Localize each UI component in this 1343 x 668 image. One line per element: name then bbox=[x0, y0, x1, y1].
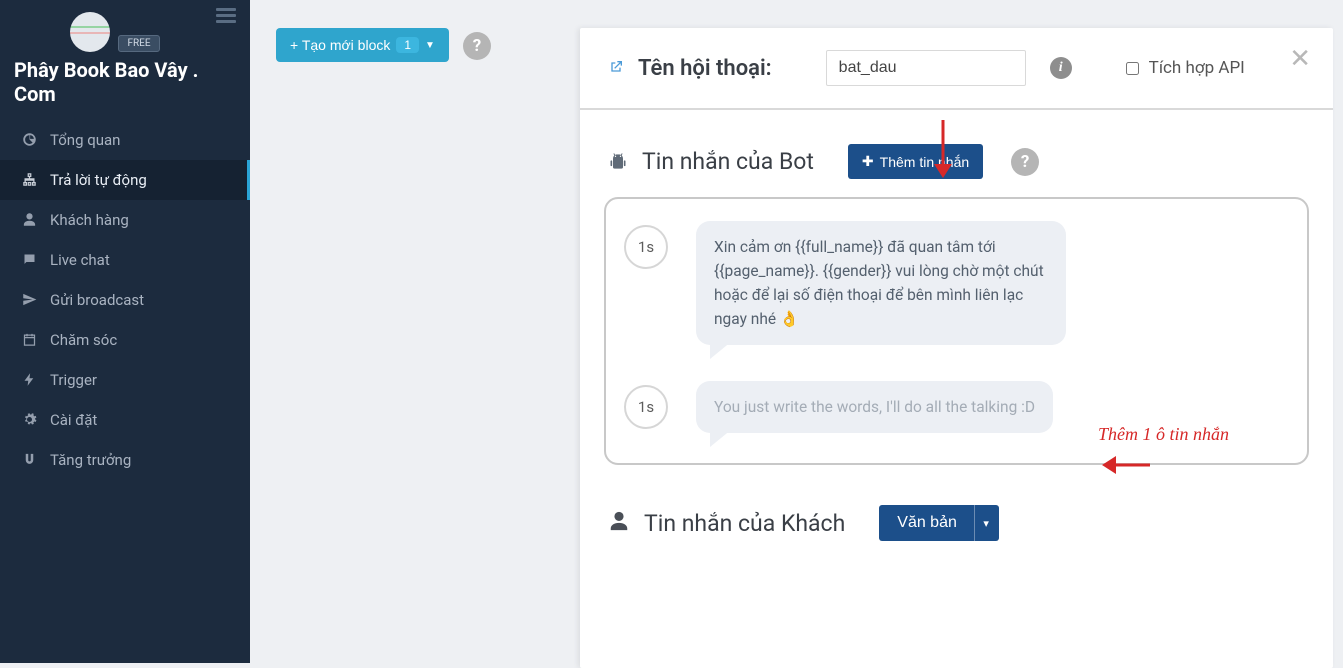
hamburger-icon bbox=[216, 8, 236, 24]
conversation-title-label: Tên hội thoại: bbox=[638, 56, 772, 81]
sidebar-item-growth[interactable]: Tăng trưởng bbox=[0, 440, 250, 480]
external-link-icon[interactable] bbox=[608, 59, 624, 78]
android-icon bbox=[608, 152, 628, 172]
add-message-button[interactable]: ✚ Thêm tin nhắn bbox=[848, 144, 983, 179]
sidebar-item-overview[interactable]: Tổng quan bbox=[0, 120, 250, 160]
gear-icon bbox=[20, 411, 38, 429]
sidebar-nav: Tổng quan Trả lời tự động Khách hàng Liv… bbox=[0, 120, 250, 480]
message-row: 1s You just write the words, I'll do all… bbox=[624, 381, 1289, 433]
info-icon[interactable]: i bbox=[1050, 57, 1072, 79]
messages-container: 1s Xin cảm ơn {{full_name}} đã quan tâm … bbox=[604, 197, 1309, 465]
bolt-icon bbox=[20, 371, 38, 389]
sidebar-item-broadcast[interactable]: Gửi broadcast bbox=[0, 280, 250, 320]
user-icon bbox=[20, 211, 38, 229]
message-row: 1s Xin cảm ơn {{full_name}} đã quan tâm … bbox=[624, 221, 1289, 345]
message-bubble-placeholder[interactable]: You just write the words, I'll do all th… bbox=[696, 381, 1053, 433]
sidebar-item-autoreply[interactable]: Trả lời tự động bbox=[0, 160, 250, 200]
message-type-select[interactable]: Văn bản bbox=[879, 505, 999, 541]
sidebar-label: Tổng quan bbox=[50, 131, 120, 149]
new-block-button[interactable]: + Tạo mới block 1 ▼ bbox=[276, 28, 449, 62]
chevron-down-icon: ▼ bbox=[425, 40, 435, 51]
plus-icon: ✚ bbox=[862, 153, 874, 170]
api-checkbox[interactable] bbox=[1126, 62, 1139, 75]
new-block-label: + Tạo mới block bbox=[290, 37, 390, 53]
sidebar-item-trigger[interactable]: Trigger bbox=[0, 360, 250, 400]
sidebar-label: Cài đặt bbox=[50, 411, 97, 429]
magnet-icon bbox=[20, 451, 38, 469]
api-label: Tích hợp API bbox=[1149, 58, 1245, 78]
sidebar: FREE Phây Book Bao Vây . Com Tổng quan T… bbox=[0, 0, 250, 663]
conversation-name-input[interactable] bbox=[826, 50, 1026, 86]
calendar-icon bbox=[20, 331, 38, 349]
sidebar-item-customers[interactable]: Khách hàng bbox=[0, 200, 250, 240]
brand-title: Phây Book Bao Vây . Com bbox=[14, 52, 236, 116]
message-bubble[interactable]: Xin cảm ơn {{full_name}} đã quan tâm tới… bbox=[696, 221, 1066, 345]
bot-messages-title: Tin nhắn của Bot bbox=[642, 148, 814, 175]
customer-messages-title: Tin nhắn của Khách bbox=[644, 510, 845, 537]
sidebar-item-settings[interactable]: Cài đặt bbox=[0, 400, 250, 440]
sidebar-item-care[interactable]: Chăm sóc bbox=[0, 320, 250, 360]
sidebar-label: Khách hàng bbox=[50, 211, 129, 229]
delay-badge[interactable]: 1s bbox=[624, 385, 668, 429]
sidebar-label: Tăng trưởng bbox=[50, 451, 131, 469]
conversation-panel: ✕ Tên hội thoại: i Tích hợp API Tin nhắn… bbox=[580, 28, 1333, 668]
new-block-count: 1 bbox=[396, 37, 419, 53]
send-icon bbox=[20, 291, 38, 309]
user-icon bbox=[608, 510, 630, 535]
help-button[interactable]: ? bbox=[463, 32, 491, 60]
add-message-label: Thêm tin nhắn bbox=[880, 154, 970, 170]
sidebar-label: Trả lời tự động bbox=[50, 171, 147, 189]
sidebar-item-livechat[interactable]: Live chat bbox=[0, 240, 250, 280]
delay-badge[interactable]: 1s bbox=[624, 225, 668, 269]
help-bot-messages[interactable]: ? bbox=[1011, 148, 1039, 176]
page-avatar[interactable] bbox=[70, 12, 110, 52]
sidebar-label: Trigger bbox=[50, 371, 97, 389]
close-button[interactable]: ✕ bbox=[1289, 46, 1311, 72]
api-integration-toggle[interactable]: Tích hợp API bbox=[1126, 58, 1245, 78]
chat-icon bbox=[20, 251, 38, 269]
menu-toggle[interactable] bbox=[216, 8, 236, 28]
sidebar-label: Gửi broadcast bbox=[50, 291, 144, 309]
sidebar-label: Chăm sóc bbox=[50, 331, 117, 349]
free-badge: FREE bbox=[118, 35, 159, 52]
sitemap-icon bbox=[20, 171, 38, 189]
dashboard-icon bbox=[20, 131, 38, 149]
sidebar-label: Live chat bbox=[50, 251, 110, 269]
